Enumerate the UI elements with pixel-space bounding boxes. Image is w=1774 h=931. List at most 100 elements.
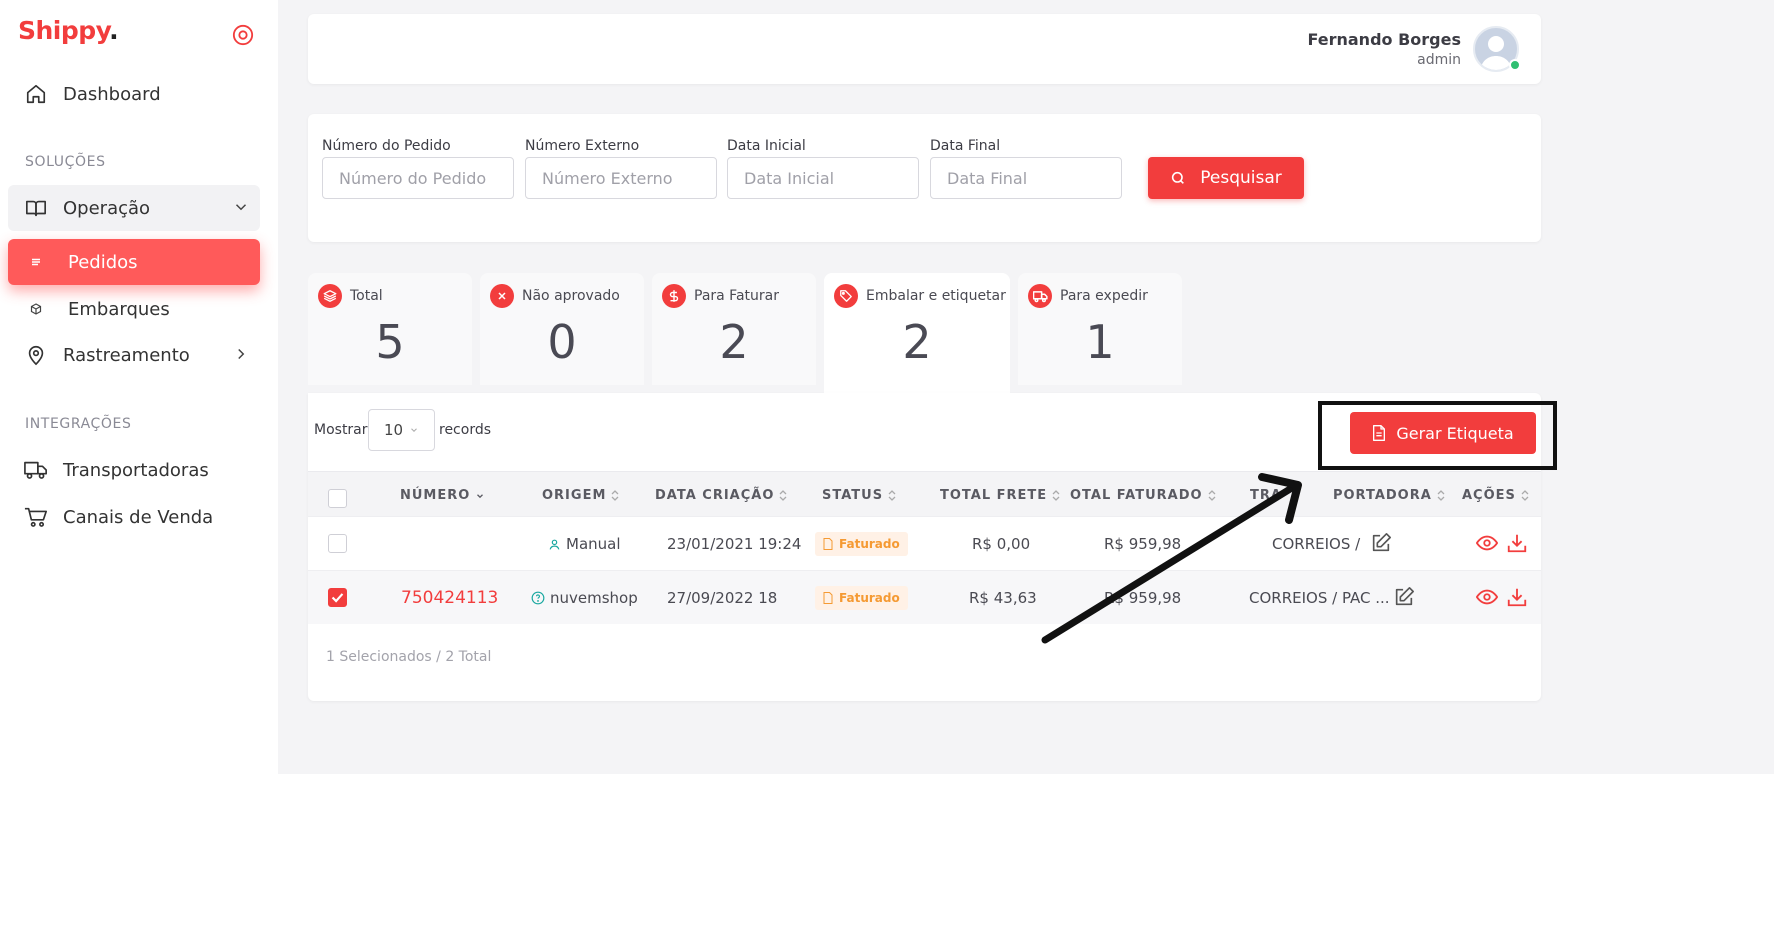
online-status-dot — [1509, 59, 1521, 71]
show-label: Mostrar — [314, 422, 368, 438]
stat-label: Embalar e etiquetar — [866, 288, 1006, 304]
sidebar-item-label: Transportadoras — [63, 459, 209, 481]
sidebar-item-label: Rastreamento — [63, 344, 190, 366]
pedido-label: Número do Pedido — [322, 138, 451, 154]
records-label: records — [439, 422, 492, 438]
stat-label: Não aprovado — [522, 288, 620, 304]
edit-icon[interactable] — [1370, 532, 1392, 554]
view-icon[interactable] — [1476, 532, 1498, 554]
search-button-label: Pesquisar — [1200, 168, 1282, 188]
order-number-link[interactable]: 750424113 — [401, 588, 498, 608]
frete-cell: R$ 43,63 — [969, 589, 1037, 607]
sort-desc-icon — [477, 493, 484, 498]
sort-icon — [1437, 490, 1445, 501]
col-total-faturado[interactable]: OTAL FATURADO — [1070, 488, 1216, 503]
selection-summary: 1 Selecionados / 2 Total — [326, 649, 492, 665]
col-status[interactable]: STATUS — [822, 488, 896, 503]
status-badge: Faturado — [815, 532, 908, 556]
row-checkbox[interactable] — [328, 534, 347, 553]
truck-icon — [1028, 284, 1052, 308]
sidebar-item-canais[interactable]: Canais de Venda — [8, 494, 260, 540]
stat-tab-embalar[interactable]: Embalar e etiquetar 2 — [824, 273, 1010, 395]
chevron-down-icon — [235, 204, 247, 211]
stat-value: 2 — [902, 315, 932, 369]
dollar-icon — [662, 284, 686, 308]
row-checkbox-checked[interactable] — [328, 588, 347, 607]
col-data-criacao[interactable]: DATA CRIAÇÃO — [655, 488, 787, 503]
stat-value: 0 — [547, 315, 577, 369]
main-content: Fernando Borges admin Número do Pedido N… — [278, 0, 1774, 774]
download-icon[interactable] — [1506, 586, 1528, 608]
sidebar-item-pedidos[interactable]: Pedidos — [8, 239, 260, 285]
download-icon[interactable] — [1506, 532, 1528, 554]
sidebar-item-operacao[interactable]: Operação — [8, 185, 260, 231]
col-transportadora[interactable]: TRA PORTADORA — [1250, 488, 1445, 503]
sidebar-item-transportadoras[interactable]: Transportadoras — [8, 447, 260, 493]
faturado-cell: R$ 959,98 — [1104, 589, 1182, 607]
sidebar-item-embarques[interactable]: Embarques — [8, 286, 260, 332]
col-origem[interactable]: ORIGEM — [542, 488, 619, 503]
sort-icon — [1208, 490, 1216, 501]
stat-label: Para expedir — [1060, 288, 1148, 304]
brand-logo[interactable]: Shippy. — [18, 16, 119, 45]
origem-cell: Manual — [548, 535, 621, 553]
user-icon — [549, 539, 560, 550]
chevron-down-icon — [411, 428, 417, 432]
page-size-value: 10 — [384, 421, 404, 439]
help-circle-icon — [531, 591, 545, 605]
transportadora-cell: CORREIOS / — [1272, 535, 1361, 553]
layers-icon — [318, 284, 342, 308]
stat-tab-para-faturar[interactable]: Para Faturar 2 — [652, 273, 816, 385]
col-numero[interactable]: NÚMERO — [400, 488, 485, 503]
top-header: Fernando Borges admin — [308, 14, 1541, 84]
frete-cell: R$ 0,00 — [972, 535, 1031, 553]
stat-tab-total[interactable]: Total 5 — [308, 273, 472, 385]
box-icon — [28, 297, 44, 321]
transportadora-cell: CORREIOS / PAC ... — [1249, 589, 1390, 607]
file-icon — [823, 592, 833, 604]
tag-icon — [834, 284, 858, 308]
stat-value: 5 — [375, 315, 405, 369]
sidebar-item-rastreamento[interactable]: Rastreamento — [8, 332, 260, 378]
map-pin-icon — [24, 343, 48, 367]
page-size-select[interactable]: 10 — [368, 409, 435, 451]
filter-panel: Número do Pedido Número Externo Data Ini… — [308, 114, 1541, 242]
book-icon — [24, 196, 48, 220]
data-cell: 27/09/2022 18:20 — [667, 589, 777, 607]
sort-icon — [611, 490, 619, 501]
view-icon[interactable] — [1476, 586, 1498, 608]
stat-tab-nao-aprovado[interactable]: Não aprovado 0 — [480, 273, 644, 385]
data-inicial-input[interactable] — [727, 157, 919, 199]
data-final-input[interactable] — [930, 157, 1122, 199]
section-label-solucoes: SOLUÇÕES — [25, 154, 106, 170]
file-icon — [823, 538, 833, 550]
x-circle-icon — [490, 284, 514, 308]
cart-icon — [24, 505, 48, 529]
sidebar-item-label: Dashboard — [63, 83, 161, 105]
externo-label: Número Externo — [525, 138, 640, 154]
sidebar-item-dashboard[interactable]: Dashboard — [8, 71, 260, 117]
table-row[interactable]: Manual 23/01/2021 19:24 Faturado R$ 0,00… — [308, 516, 1541, 570]
user-name: Fernando Borges — [1307, 30, 1461, 49]
sidebar-item-label: Embarques — [68, 298, 170, 320]
sidebar: Shippy. Dashboard SOLUÇÕES Operação Pedi… — [0, 0, 278, 774]
faturado-cell: R$ 959,98 — [1104, 535, 1182, 553]
stat-tab-para-expedir[interactable]: Para expedir 1 — [1018, 273, 1182, 385]
select-all-checkbox[interactable] — [328, 489, 347, 508]
search-button[interactable]: Pesquisar — [1148, 157, 1304, 199]
search-icon — [1172, 171, 1185, 184]
externo-input[interactable] — [525, 157, 717, 199]
target-icon[interactable] — [232, 24, 254, 46]
table-row[interactable]: 750424113 nuvemshop 27/09/2022 18:20 Fat… — [308, 570, 1541, 624]
pedido-input[interactable] — [322, 157, 514, 199]
sidebar-item-label: Pedidos — [68, 251, 138, 273]
edit-icon[interactable] — [1393, 586, 1415, 608]
sort-icon — [779, 490, 787, 501]
annotation-highlight-box — [1318, 401, 1557, 470]
check-icon — [331, 593, 344, 603]
sort-icon — [1521, 490, 1529, 501]
sidebar-item-label: Operação — [63, 197, 151, 219]
table-header: NÚMERO ORIGEM DATA CRIAÇÃO STATUS TOTAL … — [308, 471, 1541, 516]
col-total-frete[interactable]: TOTAL FRETE — [940, 488, 1060, 503]
data-final-label: Data Final — [930, 138, 1001, 154]
